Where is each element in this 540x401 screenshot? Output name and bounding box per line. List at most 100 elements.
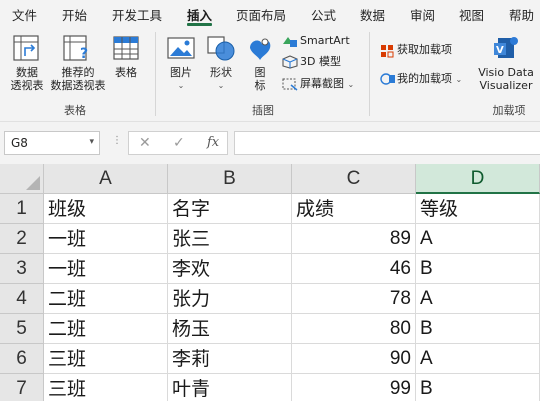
visio-data-visualizer-label[interactable]: Visio Data Visualizer bbox=[474, 66, 538, 92]
column-header-d[interactable]: D bbox=[416, 164, 540, 194]
cell-b6[interactable]: 李莉 bbox=[168, 344, 292, 374]
chevron-down-icon: ⌄ bbox=[455, 75, 463, 84]
tab-file[interactable]: 文件 bbox=[12, 5, 37, 24]
svg-text:?: ? bbox=[80, 46, 88, 62]
cell-b5[interactable]: 杨玉 bbox=[168, 314, 292, 344]
model-3d-icon bbox=[282, 54, 298, 69]
cell-c3[interactable]: 46 bbox=[292, 254, 416, 284]
cell-a4[interactable]: 二班 bbox=[44, 284, 168, 314]
ribbon-tab-bar: 文件 开始 开发工具 插入 页面布局 公式 数据 审阅 视图 帮助 bbox=[0, 0, 540, 26]
get-addins-icon bbox=[380, 43, 394, 58]
cell-a5[interactable]: 二班 bbox=[44, 314, 168, 344]
cell-b4[interactable]: 张力 bbox=[168, 284, 292, 314]
select-all-icon bbox=[26, 176, 40, 190]
group-separator bbox=[369, 32, 370, 116]
column-header-c[interactable]: C bbox=[292, 164, 416, 194]
cell-d3[interactable]: B bbox=[416, 254, 540, 284]
table-label[interactable]: 表格 bbox=[110, 66, 142, 79]
row-header-6[interactable]: 6 bbox=[0, 344, 44, 374]
worksheet-grid: A B C D 1 班级 名字 成绩 等级 2 一班 张三 89 A 3 一班 李欢 46 B 4 二班 张力 78 A 5 二班… bbox=[0, 164, 540, 401]
tab-developer[interactable]: 开发工具 bbox=[112, 5, 162, 24]
column-header-b[interactable]: B bbox=[168, 164, 292, 194]
cell-c5[interactable]: 80 bbox=[292, 314, 416, 344]
group-label-tables: 表格 bbox=[64, 104, 86, 117]
cancel-icon[interactable]: ✕ bbox=[139, 135, 151, 151]
chevron-down-icon[interactable]: ▾ bbox=[89, 137, 94, 147]
shapes-button[interactable] bbox=[205, 34, 237, 62]
pivot-table-label[interactable]: 数据 透视表 bbox=[8, 66, 46, 92]
row-header-3[interactable]: 3 bbox=[0, 254, 44, 284]
column-header-a[interactable]: A bbox=[44, 164, 168, 194]
cell-d5[interactable]: B bbox=[416, 314, 540, 344]
my-addins-button[interactable]: 我的加载项 ⌄ bbox=[397, 72, 462, 86]
cell-b3[interactable]: 李欢 bbox=[168, 254, 292, 284]
row-header-5[interactable]: 5 bbox=[0, 314, 44, 344]
cell-d2[interactable]: A bbox=[416, 224, 540, 254]
tab-data[interactable]: 数据 bbox=[360, 5, 385, 24]
row-header-1[interactable]: 1 bbox=[0, 194, 44, 224]
table-button[interactable] bbox=[112, 34, 140, 62]
smartart-button[interactable]: SmartArt bbox=[300, 34, 350, 47]
get-addins-button[interactable]: 获取加载项 bbox=[397, 43, 452, 56]
row-header-7[interactable]: 7 bbox=[0, 374, 44, 401]
model-3d-button[interactable]: 3D 模型 bbox=[300, 55, 341, 68]
cell-d4[interactable]: A bbox=[416, 284, 540, 314]
shapes-icon bbox=[207, 36, 235, 61]
tab-insert[interactable]: 插入 bbox=[187, 5, 212, 24]
pivot-table-icon bbox=[13, 35, 39, 61]
cell-a2[interactable]: 一班 bbox=[44, 224, 168, 254]
group-separator bbox=[155, 32, 156, 116]
tab-review[interactable]: 审阅 bbox=[410, 5, 435, 24]
tab-page-layout[interactable]: 页面布局 bbox=[236, 5, 286, 24]
cell-c7[interactable]: 99 bbox=[292, 374, 416, 401]
cell-d7[interactable]: B bbox=[416, 374, 540, 401]
screenshot-button[interactable]: 屏幕截图 ⌄ bbox=[300, 77, 354, 91]
name-box[interactable]: G8 ▾ bbox=[4, 131, 100, 155]
pivot-table-button[interactable] bbox=[12, 34, 40, 62]
cell-d6[interactable]: A bbox=[416, 344, 540, 374]
smartart-icon bbox=[282, 33, 298, 47]
screenshot-icon bbox=[282, 76, 298, 91]
chevron-down-icon: ⌄ bbox=[217, 81, 225, 90]
visio-data-visualizer-button[interactable]: V bbox=[492, 34, 520, 62]
row-header-4[interactable]: 4 bbox=[0, 284, 44, 314]
cell-c6[interactable]: 90 bbox=[292, 344, 416, 374]
chevron-down-icon: ⌄ bbox=[347, 80, 355, 89]
group-label-addins: 加载项 bbox=[492, 104, 526, 117]
cell-c1[interactable]: 成绩 bbox=[292, 194, 416, 224]
cell-a3[interactable]: 一班 bbox=[44, 254, 168, 284]
select-all-corner[interactable] bbox=[0, 164, 44, 194]
icons-button[interactable] bbox=[246, 34, 274, 62]
formula-bar-area: G8 ▾ ⋮ ✕ ✓ fx bbox=[0, 122, 540, 164]
insert-function-icon[interactable]: fx bbox=[207, 135, 219, 150]
formula-input[interactable] bbox=[234, 131, 540, 155]
cell-a6[interactable]: 三班 bbox=[44, 344, 168, 374]
cell-b2[interactable]: 张三 bbox=[168, 224, 292, 254]
pictures-label[interactable]: 图片 ⌄ bbox=[163, 66, 199, 92]
tab-view[interactable]: 视图 bbox=[459, 5, 484, 24]
table-icon bbox=[113, 36, 139, 60]
cell-b1[interactable]: 名字 bbox=[168, 194, 292, 224]
svg-text:V: V bbox=[496, 45, 504, 56]
icons-label[interactable]: 图 标 bbox=[250, 66, 270, 92]
icons-icon bbox=[250, 38, 271, 60]
resize-handle-icon[interactable]: ⋮ bbox=[112, 135, 122, 146]
visio-icon: V bbox=[494, 37, 518, 58]
recommended-pivot-button[interactable]: ? bbox=[62, 34, 92, 62]
shapes-label[interactable]: 形状 ⌄ bbox=[203, 66, 239, 92]
tab-formulas[interactable]: 公式 bbox=[311, 5, 336, 24]
cell-d1[interactable]: 等级 bbox=[416, 194, 540, 224]
picture-icon bbox=[167, 37, 195, 59]
recommended-pivot-label[interactable]: 推荐的 数据透视表 bbox=[48, 66, 108, 92]
cell-a1[interactable]: 班级 bbox=[44, 194, 168, 224]
cell-b7[interactable]: 叶青 bbox=[168, 374, 292, 401]
cell-c2[interactable]: 89 bbox=[292, 224, 416, 254]
cell-a7[interactable]: 三班 bbox=[44, 374, 168, 401]
tab-home[interactable]: 开始 bbox=[62, 5, 87, 24]
row-header-2[interactable]: 2 bbox=[0, 224, 44, 254]
pictures-button[interactable] bbox=[166, 36, 196, 60]
tab-help[interactable]: 帮助 bbox=[509, 5, 534, 24]
chevron-down-icon: ⌄ bbox=[177, 81, 185, 90]
cell-c4[interactable]: 78 bbox=[292, 284, 416, 314]
enter-icon[interactable]: ✓ bbox=[173, 135, 185, 151]
